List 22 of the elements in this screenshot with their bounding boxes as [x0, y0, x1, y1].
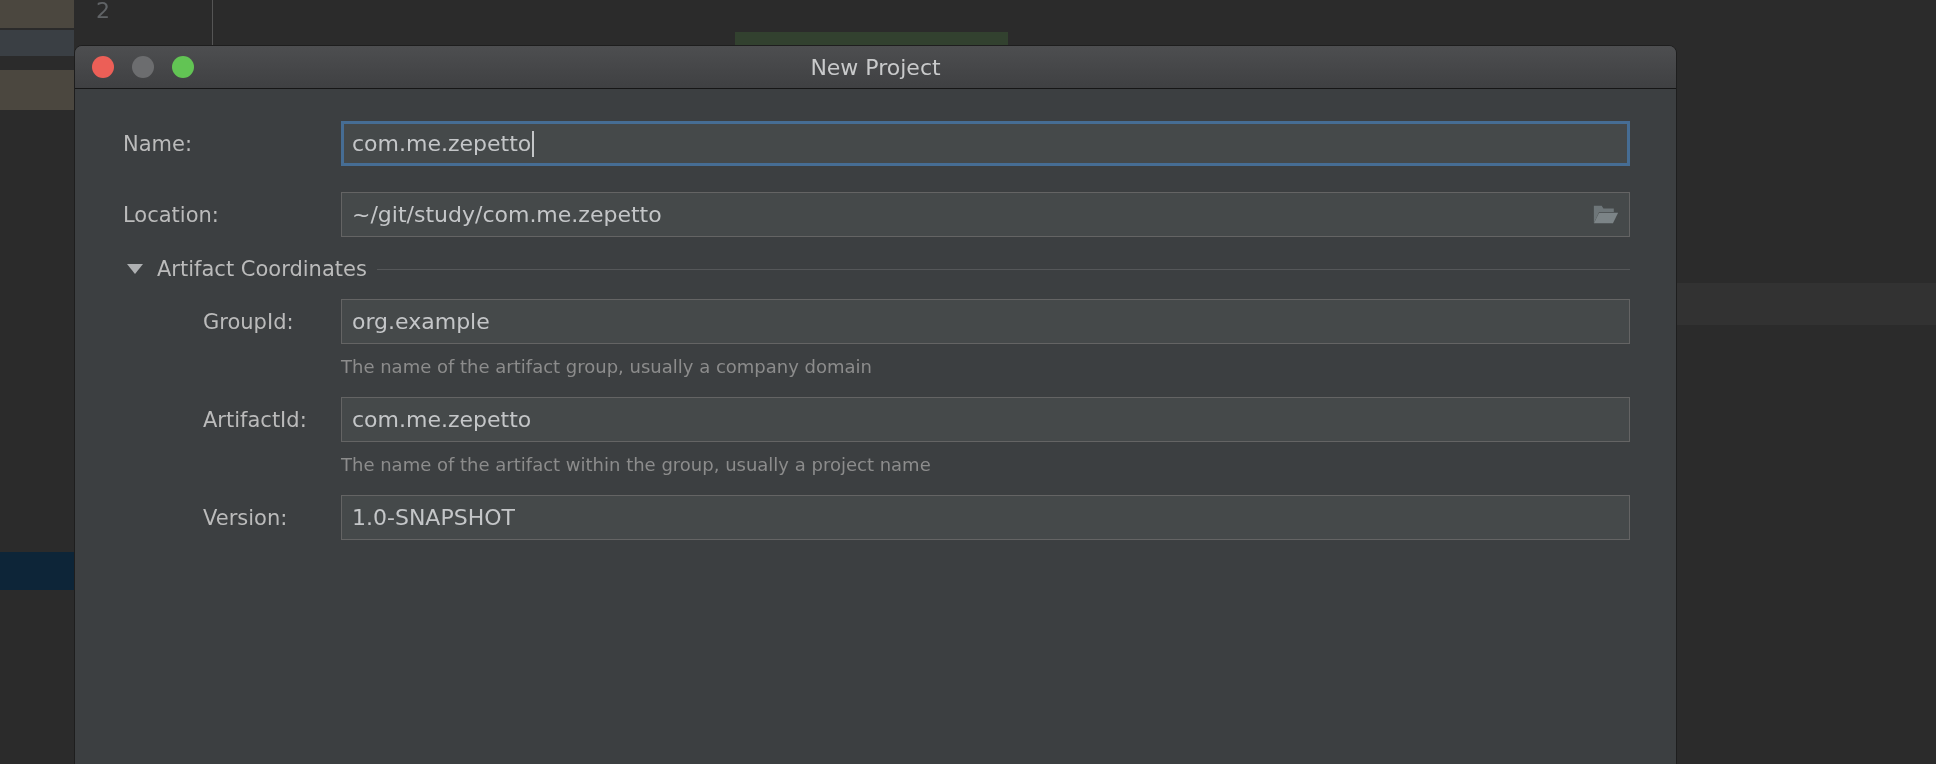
folder-icon[interactable] — [1593, 204, 1619, 225]
field-label: Location: — [123, 202, 220, 227]
hint-text: The name of the artifact within the group, usually a project name — [341, 453, 932, 477]
gutter-divider — [212, 0, 213, 45]
maximize-icon[interactable] — [172, 56, 194, 78]
expand-arrow-icon — [127, 263, 143, 275]
minimize-icon[interactable] — [132, 56, 154, 78]
field-label: Version: — [202, 505, 289, 530]
input-field[interactable]: org.example — [341, 299, 1630, 344]
line-number: 2 — [96, 0, 110, 23]
input-field[interactable]: ~/git/study/com.me.zepetto — [341, 192, 1630, 237]
hint-text: The name of the artifact group, usually a company domain — [341, 355, 873, 379]
input-field[interactable]: com.me.zepetto — [341, 397, 1630, 442]
field-label: GroupId: — [202, 309, 295, 334]
field-label: ArtifactId: — [202, 407, 308, 432]
field-label: Name: — [123, 131, 194, 156]
close-icon[interactable] — [92, 56, 114, 78]
input-field[interactable]: com.me.zepetto — [341, 121, 1630, 166]
input-field[interactable]: 1.0-SNAPSHOT — [341, 495, 1630, 540]
window-title: New Project — [810, 54, 941, 80]
section-toggle[interactable]: Artifact Coordinates — [127, 257, 367, 281]
text-cursor — [532, 130, 535, 157]
